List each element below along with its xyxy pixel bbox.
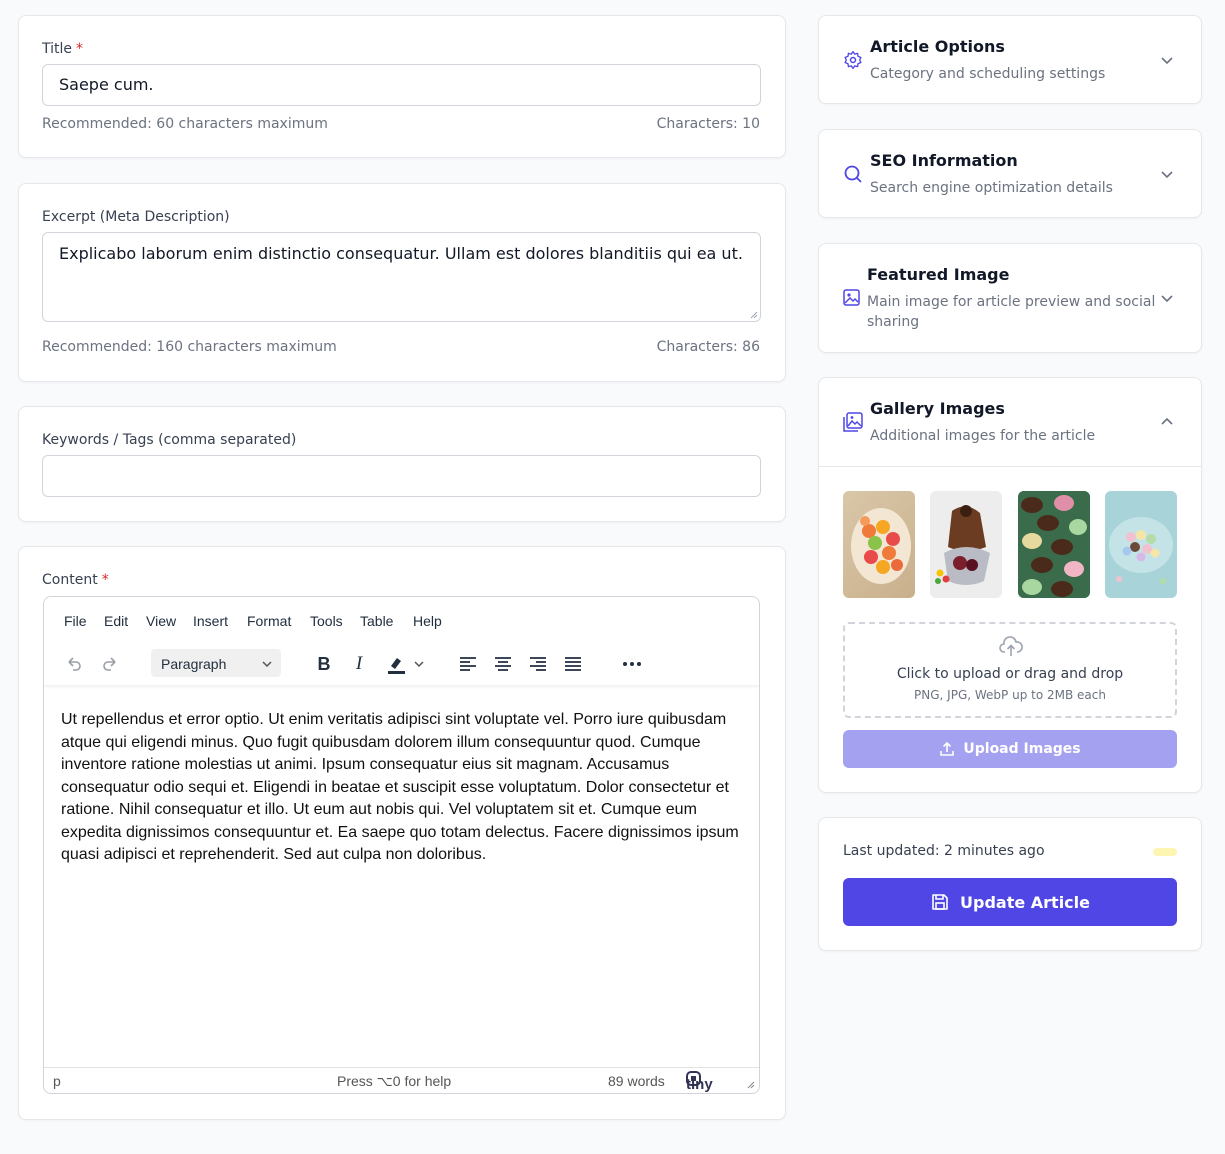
excerpt-hint: Recommended: 160 characters maximum	[42, 339, 337, 355]
gallery-photo	[1018, 491, 1090, 598]
resize-handle-icon[interactable]	[748, 309, 758, 319]
excerpt-textarea[interactable]: Explicabo laborum enim distinctio conseq…	[42, 232, 761, 322]
chevron-down-icon[interactable]	[1160, 167, 1174, 181]
more-horizontal-icon	[623, 662, 641, 666]
menu-insert[interactable]: Insert	[193, 613, 228, 629]
upload-dropzone[interactable]: Click to upload or drag and drop PNG, JP…	[843, 622, 1177, 718]
status-badge	[1153, 848, 1177, 856]
tiny-logo[interactable]: tiny	[686, 1071, 713, 1093]
required-mark: *	[76, 41, 84, 57]
gallery-subtitle: Additional images for the article	[870, 428, 1096, 444]
article-options-panel[interactable]	[818, 15, 1202, 104]
update-article-button[interactable]: Update Article	[843, 878, 1177, 926]
word-count[interactable]: 89 words	[608, 1073, 665, 1089]
menu-tools[interactable]: Tools	[310, 613, 343, 629]
keywords-input[interactable]	[42, 455, 761, 497]
chevron-down-icon[interactable]	[1160, 53, 1174, 67]
image-icon	[843, 289, 860, 306]
gallery-photo	[851, 508, 911, 584]
chevron-down-icon	[262, 661, 272, 668]
excerpt-label: Excerpt (Meta Description)	[42, 209, 230, 225]
chevron-down-icon	[414, 661, 424, 668]
menu-view[interactable]: View	[146, 613, 176, 629]
rich-text-editor: File Edit View Insert Format Tools Table…	[43, 596, 760, 1094]
align-justify-icon	[565, 657, 581, 671]
gear-icon	[844, 51, 862, 70]
undo-icon	[68, 657, 81, 671]
dropzone-hint: PNG, JPG, WebP up to 2MB each	[914, 688, 1106, 702]
align-left-icon	[460, 657, 476, 671]
gallery-photo	[1109, 517, 1173, 584]
editor-content-area[interactable]: Ut repellendus et error optio. Ut enim v…	[61, 709, 747, 867]
article-options-title: Article Options	[870, 37, 1005, 56]
undo-button[interactable]	[62, 651, 86, 677]
seo-subtitle: Search engine optimization details	[870, 180, 1113, 196]
editor-toolbar: Paragraph B I	[44, 643, 759, 685]
gallery-thumbnail[interactable]	[1018, 491, 1090, 598]
menu-format[interactable]: Format	[247, 613, 291, 629]
title-label: Title *	[42, 41, 84, 57]
align-center-icon	[495, 657, 511, 671]
title-hint: Recommended: 60 characters maximum	[42, 116, 328, 132]
gallery-photo	[935, 505, 990, 585]
gallery-header[interactable]	[819, 378, 1201, 467]
menu-table[interactable]: Table	[360, 613, 393, 629]
menu-file[interactable]: File	[64, 613, 87, 629]
editor-statusbar: p Press ⌥0 for help 89 words tiny	[44, 1067, 759, 1093]
gallery-thumbnail[interactable]	[930, 491, 1002, 598]
chevron-down-icon[interactable]	[1160, 291, 1174, 305]
editor-menubar: File Edit View Insert Format Tools Table…	[44, 597, 759, 643]
help-shortcut-hint: Press ⌥0 for help	[337, 1073, 452, 1089]
italic-icon: I	[355, 653, 363, 674]
align-left-button[interactable]	[456, 651, 480, 677]
redo-icon	[103, 657, 116, 671]
content-label: Content *	[42, 572, 109, 588]
block-format-select[interactable]: Paragraph	[151, 649, 281, 677]
title-input[interactable]: Saepe cum.	[42, 64, 761, 106]
search-icon	[844, 165, 862, 183]
dropzone-title: Click to upload or drag and drop	[896, 666, 1124, 682]
highlight-color-button[interactable]	[382, 651, 428, 677]
article-options-subtitle: Category and scheduling settings	[870, 66, 1106, 82]
featured-image-subtitle: Main image for article preview and socia…	[867, 294, 1156, 330]
more-tools-button[interactable]	[620, 651, 644, 677]
cloud-upload-icon	[999, 636, 1023, 656]
bold-button[interactable]: B	[312, 651, 336, 677]
chevron-up-icon[interactable]	[1160, 415, 1174, 429]
align-right-button[interactable]	[526, 651, 550, 677]
menu-edit[interactable]: Edit	[104, 613, 128, 629]
gallery-thumbnail[interactable]	[843, 491, 915, 598]
align-justify-button[interactable]	[561, 651, 585, 677]
seo-title: SEO Information	[870, 151, 1018, 170]
save-icon	[932, 894, 948, 910]
keywords-label: Keywords / Tags (comma separated)	[42, 432, 297, 448]
bold-icon: B	[317, 653, 331, 674]
last-updated-text: Last updated: 2 minutes ago	[843, 843, 1045, 859]
align-center-button[interactable]	[491, 651, 515, 677]
images-icon	[843, 412, 863, 432]
resize-handle-icon[interactable]	[745, 1079, 755, 1089]
redo-button[interactable]	[98, 651, 122, 677]
gallery-thumbnail[interactable]	[1105, 491, 1177, 598]
required-mark: *	[101, 572, 109, 588]
align-right-icon	[530, 657, 546, 671]
upload-images-button[interactable]: Upload Images	[843, 730, 1177, 768]
italic-button[interactable]: I	[347, 651, 371, 677]
menu-help[interactable]: Help	[413, 613, 442, 629]
element-path[interactable]: p	[53, 1073, 61, 1089]
seo-panel[interactable]	[818, 129, 1202, 218]
excerpt-char-count: Characters: 86	[656, 339, 760, 355]
title-char-count: Characters: 10	[656, 116, 760, 132]
highlighter-icon	[388, 658, 405, 674]
featured-image-title: Featured Image	[867, 265, 1010, 284]
upload-icon	[940, 741, 955, 756]
gallery-title: Gallery Images	[870, 399, 1005, 418]
